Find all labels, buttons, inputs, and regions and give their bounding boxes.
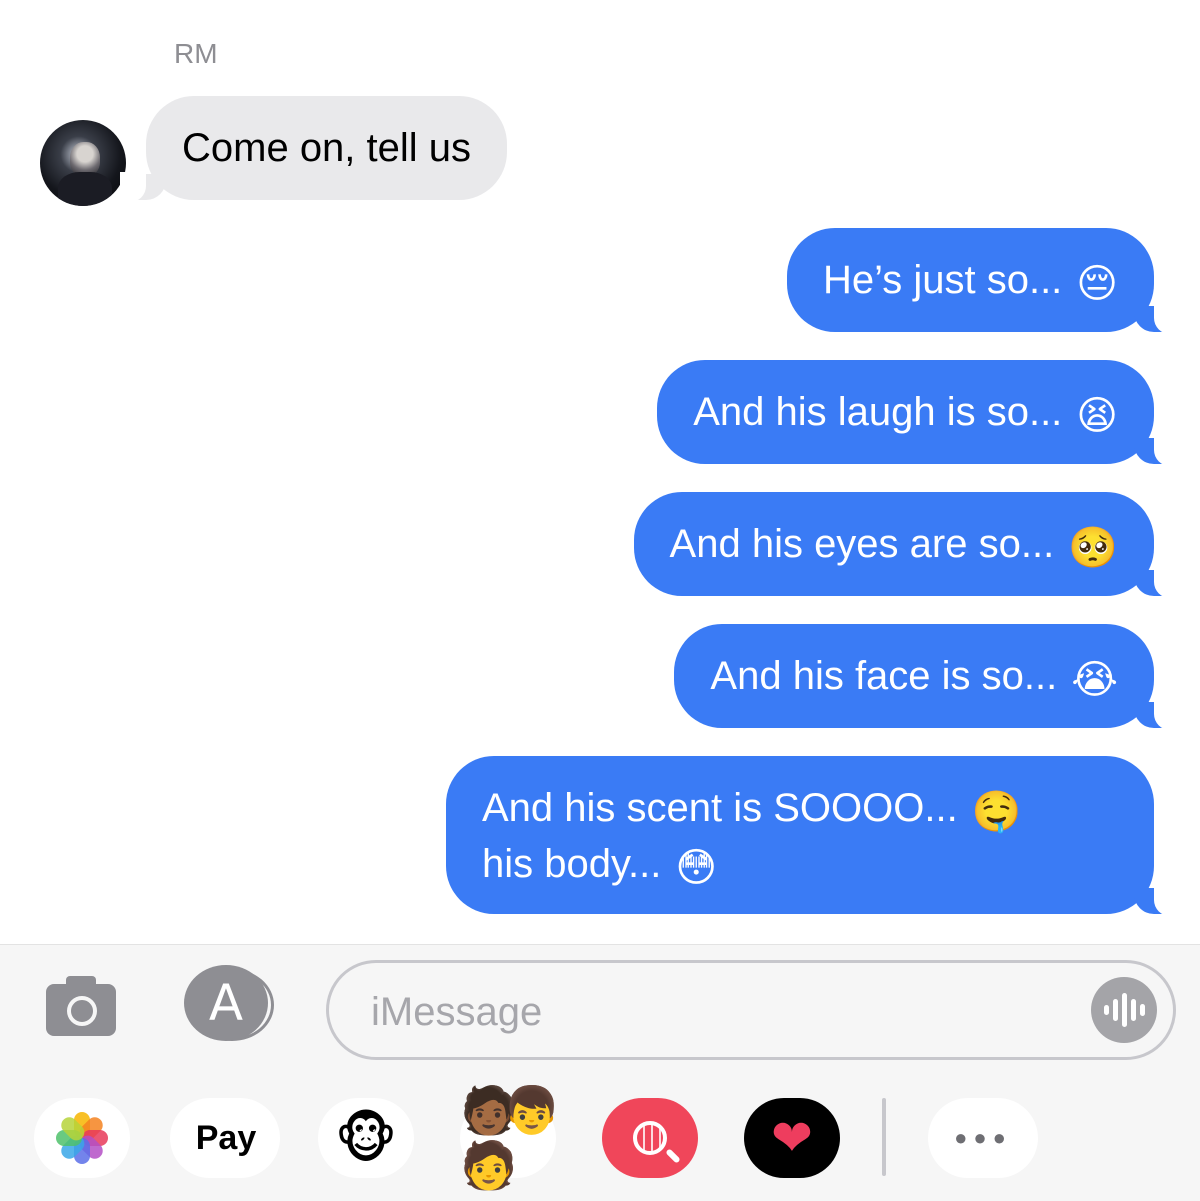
message-input-field[interactable] bbox=[326, 960, 1176, 1060]
app-store-icon[interactable]: A bbox=[184, 965, 274, 1045]
pleading-face-emoji: 🥺 bbox=[1068, 526, 1118, 570]
animoji-icon[interactable]: 🐵 bbox=[318, 1098, 414, 1178]
magnifier-icon bbox=[633, 1121, 681, 1164]
message-text: And his scent is SOOOO... bbox=[482, 786, 958, 830]
outgoing-message-bubble[interactable]: And his scent is SOOOO... 🤤 his body... 😳 bbox=[446, 756, 1180, 916]
flushed-face-emoji: 😳 bbox=[675, 846, 718, 890]
incoming-message-bubble[interactable]: Come on, tell us bbox=[119, 96, 508, 202]
photos-icon[interactable] bbox=[34, 1098, 130, 1178]
digital-touch-icon[interactable]: ❤ bbox=[744, 1098, 840, 1178]
outgoing-message-bubble[interactable]: And his eyes are so... 🥺 bbox=[633, 492, 1181, 598]
pensive-face-emoji: 😔 bbox=[1076, 262, 1118, 306]
outgoing-message-bubble[interactable]: And his laugh is so... 😫 bbox=[657, 360, 1180, 466]
audio-waveform-icon[interactable] bbox=[1091, 977, 1157, 1043]
heart-icon: ❤ bbox=[771, 1110, 813, 1166]
sender-name: RM bbox=[174, 38, 218, 69]
drooling-face-emoji: 🤤 bbox=[971, 790, 1022, 834]
more-apps-icon[interactable]: ●●● bbox=[928, 1098, 1038, 1178]
app-drawer: Pay 🐵 🧑🏾👦🧑 ❤ ●●● bbox=[0, 1084, 1200, 1191]
camera-icon[interactable] bbox=[46, 972, 116, 1036]
imessage-input[interactable] bbox=[369, 983, 1053, 1041]
message-text: Come on, tell us bbox=[182, 126, 472, 170]
monkey-face-icon: 🐵 bbox=[334, 1108, 398, 1169]
memoji-icon[interactable]: 🧑🏾👦🧑 bbox=[460, 1084, 561, 1191]
outgoing-message-bubble[interactable]: He’s just so... 😔 bbox=[786, 228, 1181, 334]
message-text: He’s just so... bbox=[822, 258, 1063, 302]
message-text: his body... bbox=[482, 842, 662, 886]
tired-face-emoji: 😫 bbox=[1076, 394, 1118, 438]
ellipsis-icon: ●●● bbox=[954, 1125, 1012, 1150]
outgoing-message-bubble[interactable]: And his face is so... 😭 bbox=[674, 624, 1180, 730]
app-drawer-divider bbox=[882, 1098, 886, 1176]
message-text: And his eyes are so... bbox=[669, 522, 1055, 566]
apple-pay-icon[interactable]: Pay bbox=[170, 1098, 280, 1178]
crying-face-emoji: 😭 bbox=[1071, 658, 1118, 702]
image-search-icon[interactable] bbox=[602, 1098, 698, 1178]
contact-avatar[interactable] bbox=[40, 120, 126, 206]
memoji-faces-icon: 🧑🏾👦🧑 bbox=[460, 1084, 561, 1191]
apple-pay-label: Pay bbox=[195, 1118, 257, 1157]
message-text: And his face is so... bbox=[710, 654, 1058, 698]
message-text: And his laugh is so... bbox=[693, 390, 1063, 434]
